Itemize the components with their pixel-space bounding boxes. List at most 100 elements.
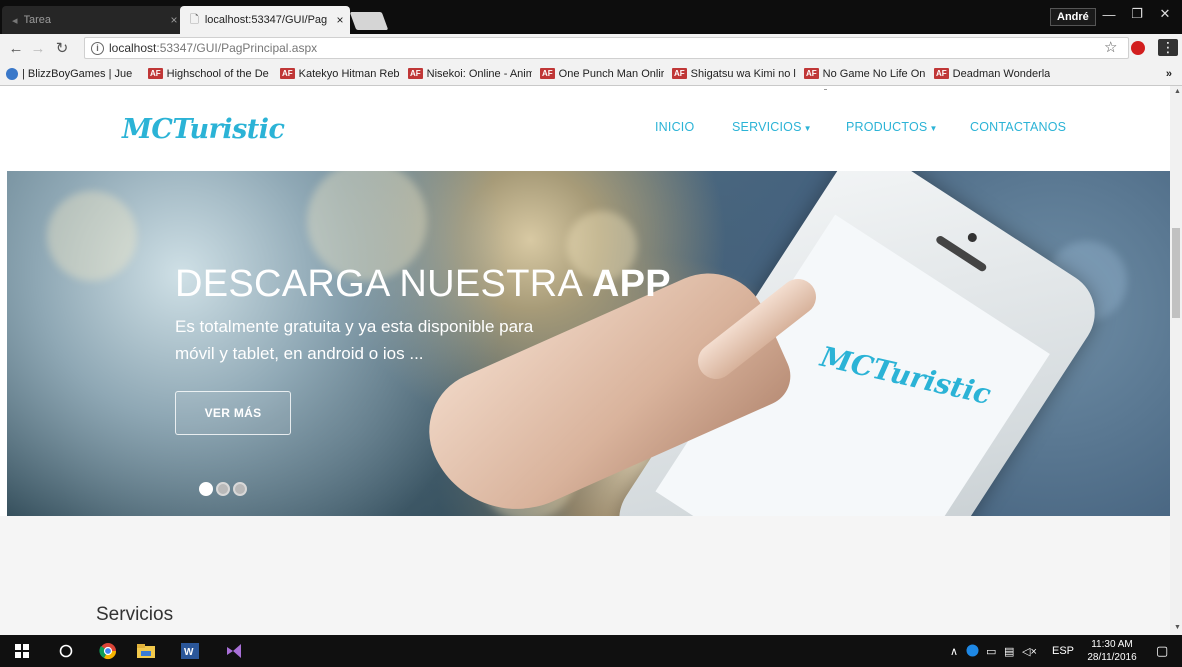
- carousel-dot[interactable]: [216, 482, 230, 496]
- nav-inicio[interactable]: INICIO: [655, 120, 694, 134]
- nav-label: INICIO: [655, 120, 695, 134]
- more-bookmarks-icon[interactable]: »: [1166, 68, 1172, 80]
- hero-subtitle: Es totalmente gratuita y ya esta disponi…: [175, 317, 534, 363]
- caret-down-icon: ▼: [929, 124, 938, 133]
- volume-icon[interactable]: ◁×: [1022, 645, 1037, 658]
- scroll-up-icon[interactable]: ▲: [1174, 88, 1181, 95]
- site-icon: [6, 67, 18, 80]
- scrollbar-thumb[interactable]: [1172, 228, 1180, 318]
- bookmark-item[interactable]: AF Highschool of the De: [148, 68, 272, 80]
- camera: [966, 231, 979, 244]
- info-icon[interactable]: i: [91, 41, 104, 55]
- new-tab-button[interactable]: [349, 12, 389, 30]
- visual-studio-icon[interactable]: [224, 641, 244, 661]
- bookmark-item[interactable]: | BlizzBoyGames | Jue: [6, 67, 140, 80]
- app-logo: MCTuristic: [817, 339, 995, 412]
- close-window-icon[interactable]: ✕: [1150, 2, 1180, 26]
- nav-productos[interactable]: PRODUCTOS ▼: [846, 120, 938, 134]
- browser-toolbar: ← → ↻ i localhost :53347/GUI/PagPrincipa…: [0, 34, 1182, 62]
- bookmark-label: Shigatsu wa Kimi no l: [690, 67, 796, 80]
- nav-label: SERVICIOS: [732, 120, 802, 134]
- tab-title: localhost:53347/GUI/Pag: [204, 14, 328, 26]
- bookmark-label: Highschool of the De: [166, 67, 269, 80]
- page-icon: 🗋: [190, 13, 199, 26]
- af-icon: AF: [280, 68, 295, 79]
- menu-icon[interactable]: ⋮: [1158, 39, 1178, 56]
- browser-tabstrip: ◂ Tarea × 🗋 localhost:53347/GUI/Pag × An…: [0, 0, 1182, 34]
- bookmarks-bar: | BlizzBoyGames | Jue AF Highschool of t…: [0, 62, 1182, 86]
- chrome-icon[interactable]: [98, 641, 118, 661]
- carousel-dot[interactable]: [199, 482, 213, 496]
- hero-title: DESCARGA NUESTRA APP: [175, 263, 671, 306]
- bookmark-item[interactable]: AF No Game No Life Onl: [804, 68, 926, 80]
- back-tab-icon: ◂: [12, 14, 18, 27]
- nav-contactanos[interactable]: CONTACTANOS: [970, 120, 1066, 134]
- file-explorer-icon[interactable]: [136, 641, 156, 661]
- nav-label: CONTACTANOS: [970, 120, 1067, 134]
- restore-icon[interactable]: ❐: [1122, 2, 1152, 26]
- windows-start-icon[interactable]: [12, 641, 32, 661]
- display-icon[interactable]: ▤: [1004, 645, 1014, 658]
- af-icon: AF: [804, 68, 819, 79]
- chevron-up-icon[interactable]: ∧: [950, 645, 958, 658]
- ver-mas-button[interactable]: VER MÁS: [175, 391, 291, 435]
- bookmark-item[interactable]: AF Shigatsu wa Kimi no l: [672, 68, 796, 80]
- app-tray-icon[interactable]: [966, 644, 979, 660]
- network-icon[interactable]: ▭: [986, 645, 996, 658]
- carousel-indicators: [199, 482, 247, 496]
- word-icon[interactable]: W: [180, 641, 200, 661]
- address-bar[interactable]: i localhost :53347/GUI/PagPrincipal.aspx: [84, 37, 1129, 59]
- notifications-icon[interactable]: ▢: [1156, 643, 1168, 659]
- reload-icon[interactable]: ↻: [52, 38, 72, 58]
- tab-tarea[interactable]: ◂ Tarea ×: [2, 6, 184, 34]
- bookmark-label: | BlizzBoyGames | Jue: [22, 67, 133, 80]
- profile-button[interactable]: André: [1050, 8, 1096, 26]
- bookmark-item[interactable]: AF Deadman Wonderlan: [934, 68, 1050, 80]
- bookmark-star-icon[interactable]: ☆: [1104, 38, 1117, 56]
- clock-date: 28/11/2016: [1087, 652, 1137, 663]
- url-host: localhost: [109, 41, 157, 55]
- close-icon[interactable]: ×: [330, 13, 350, 27]
- af-icon: AF: [148, 68, 163, 79]
- site-logo[interactable]: MCTuristic: [122, 114, 285, 145]
- bookmark-label: One Punch Man Onlir: [558, 67, 664, 80]
- bookmark-item[interactable]: AF Nisekoi: Online - Anim: [408, 68, 532, 80]
- minimize-icon[interactable]: —: [1094, 2, 1124, 26]
- services-section: Servicios: [0, 516, 1170, 635]
- bokeh-light: [47, 191, 137, 281]
- bookmark-item[interactable]: AF Katekyo Hitman Rebo: [280, 68, 400, 80]
- af-icon: AF: [540, 68, 555, 79]
- tab-localhost[interactable]: 🗋 localhost:53347/GUI/Pag ×: [180, 6, 350, 34]
- bookmark-item[interactable]: AF One Punch Man Onlir: [540, 68, 664, 80]
- back-icon[interactable]: ←: [6, 38, 26, 58]
- taskbar: W ∧ ▭ ▤ ◁× ESP 11:30 AM 28/11/2016 ▢: [0, 635, 1182, 667]
- url-path: :53347/GUI/PagPrincipal.aspx: [156, 41, 318, 55]
- page-scrollbar[interactable]: [1170, 86, 1182, 635]
- extension-icon[interactable]: [1131, 41, 1145, 55]
- hero-title-bold: APP: [591, 263, 671, 305]
- bookmark-label: Katekyo Hitman Rebo: [298, 67, 400, 80]
- clock[interactable]: 11:30 AM 28/11/2016: [1082, 638, 1142, 664]
- carousel-dot[interactable]: [233, 482, 247, 496]
- divider: [824, 89, 827, 90]
- nav-servicios[interactable]: SERVICIOS ▼: [732, 120, 812, 134]
- language-indicator[interactable]: ESP: [1052, 645, 1074, 657]
- nav-label: PRODUCTOS: [846, 120, 928, 134]
- scroll-down-icon[interactable]: ▼: [1174, 624, 1181, 631]
- svg-text:W: W: [184, 647, 194, 658]
- bookmark-label: Deadman Wonderlan: [952, 67, 1050, 80]
- af-icon: AF: [672, 68, 687, 79]
- hero-carousel: MCTuristic DESCARGA NUESTRA APP Es total…: [7, 171, 1170, 516]
- tab-title: Tarea: [23, 14, 52, 26]
- clock-time: 11:30 AM: [1091, 639, 1133, 650]
- forward-icon[interactable]: →: [28, 38, 48, 58]
- page-viewport: MCTuristic INICIO SERVICIOS ▼ PRODUCTOS ▼ …: [0, 86, 1170, 635]
- hero-title-main: DESCARGA NUESTRA: [175, 263, 592, 305]
- services-heading: Servicios: [96, 604, 174, 625]
- af-icon: AF: [934, 68, 949, 79]
- caret-down-icon: ▼: [803, 124, 812, 133]
- bookmark-label: No Game No Life Onl: [822, 67, 926, 80]
- af-icon: AF: [408, 68, 423, 79]
- speaker: [934, 234, 988, 273]
- cortana-icon[interactable]: [56, 641, 76, 661]
